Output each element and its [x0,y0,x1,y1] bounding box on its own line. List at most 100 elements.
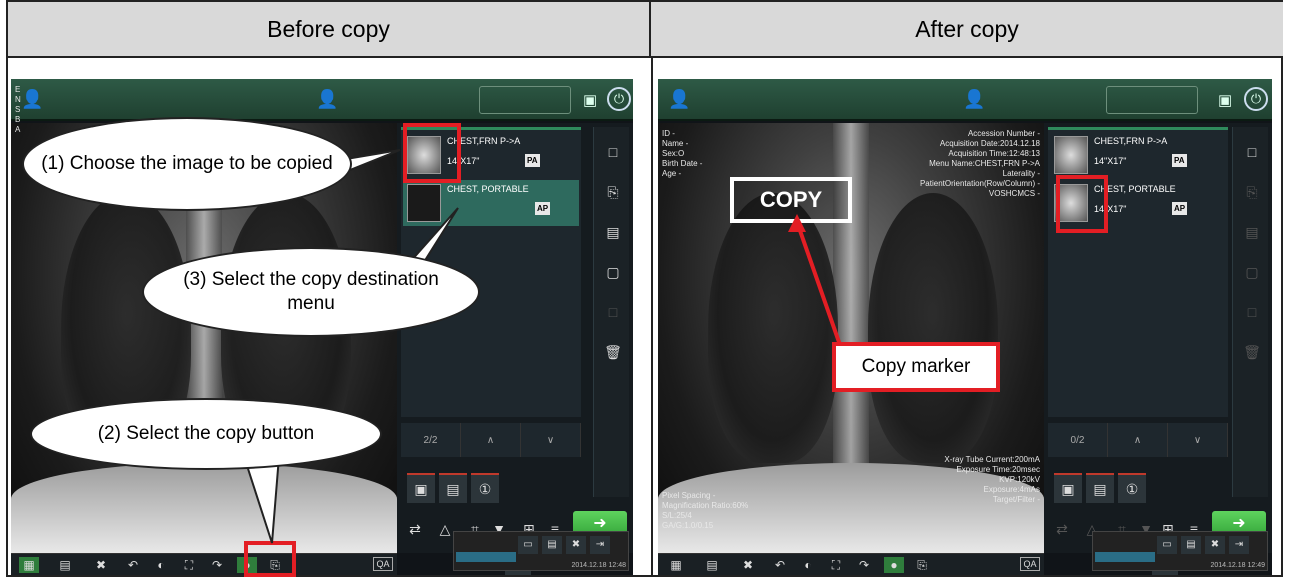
monitor-icon[interactable]: ▭ [518,536,538,554]
console-screen-after: 👤 👤 ▣ ⏻ COPY ID - Name - Sex:O Birth Dat… [658,79,1272,575]
patient-info-box [479,86,571,114]
tool-column: □ ⎘ ▤ ▢ □ 🗑 [1232,127,1268,497]
tab-prev[interactable]: ① [1118,473,1146,503]
page-down-button[interactable]: ∨ [521,423,581,457]
operator-icon[interactable]: 👤 [316,89,338,110]
move-icon[interactable]: ▢ [602,261,624,283]
overlay-patient: E N S B A [15,85,21,134]
patient-edit-icon[interactable]: 👤 [668,89,690,110]
layout-icon[interactable]: ▤ [702,557,722,573]
exam-badge: AP [535,202,551,215]
network-icon[interactable]: ▤ [1181,536,1201,554]
trash-icon[interactable]: 🗑 [602,341,624,363]
fit-icon[interactable]: ⛶ [826,557,846,573]
highlight-source-thumbnail [403,123,461,183]
right-panel: CHEST,FRN P->A 14"X17" PA CHEST, PORTABL… [397,123,633,575]
network-icon[interactable]: ▤ [542,536,562,554]
qa-button[interactable]: QA [1020,557,1040,571]
rotate-left-icon[interactable]: ↶ [123,557,143,573]
tab-prev[interactable]: ① [471,473,499,503]
page-down-button[interactable]: ∨ [1168,423,1228,457]
user-x-icon[interactable]: ✖ [1205,536,1225,554]
image-viewer[interactable]: COPY ID - Name - Sex:O Birth Date - Age … [658,123,1044,553]
status-box: ▭ ▤ ✖ ⇥ 2014.12.18 12:48 [453,531,629,571]
disabled-icon: □ [1247,304,1257,320]
folder-icon[interactable]: ▣ [1218,91,1232,109]
exam-thumbnail[interactable] [1054,136,1088,174]
operator-icon[interactable]: 👤 [963,89,985,110]
butterfly-icon[interactable]: ✖ [91,557,111,573]
image-icon[interactable]: ▦ [666,557,686,573]
flip-icon[interactable]: ⇄ [403,517,427,541]
power-icon[interactable]: ⏻ [607,87,631,111]
butterfly-icon[interactable]: ✖ [738,557,758,573]
copy-icon: ⎘ [1246,184,1258,200]
copy-icon[interactable]: ⎘ [602,181,624,203]
rotate-right-icon[interactable]: ↷ [207,557,227,573]
exam-name: CHEST, PORTABLE [447,184,529,194]
exam-badge: AP [1172,202,1188,215]
exit-icon[interactable]: ⇥ [590,536,610,554]
fpd-indicator [1095,552,1155,562]
patient-edit-icon[interactable]: 👤 [21,89,43,110]
callout-select-copy: (2) Select the copy button [30,398,382,470]
timestamp: 2014.12.18 12:48 [571,562,627,569]
half-icon[interactable]: ◐ [798,557,818,573]
shift-icon: ▤ [1245,224,1259,240]
add-exam-icon[interactable]: □ [1241,141,1263,163]
page-indicator: 2/2 [401,423,461,457]
monitor-icon[interactable]: ▭ [1157,536,1177,554]
callout-select-destination: (3) Select the copy destination menu [142,247,480,337]
copy-button[interactable]: ⎘ [912,557,932,573]
page-up-button[interactable]: ∧ [1108,423,1168,457]
move-icon: ▢ [1245,264,1259,280]
exam-badge: PA [1172,154,1187,167]
trash-icon: 🗑 [1243,344,1261,360]
bottom-toolbar: ▦ ▤ ✖ ↶ ◐ ⛶ ↷ ● ⎘ QA [658,553,1044,575]
toggle-icon[interactable]: ● [884,557,904,573]
xray-diaphragm [11,463,397,553]
half-icon[interactable]: ◐ [151,557,171,573]
exit-icon[interactable]: ⇥ [1229,536,1249,554]
rotate-right-icon[interactable]: ↷ [854,557,874,573]
overlay-patient: ID - Name - Sex:O Birth Date - Age - [662,129,703,178]
page-indicator: 0/2 [1048,423,1108,457]
add-exam-icon[interactable]: □ [602,141,624,163]
top-bar: 👤 👤 ▣ ⏻ [11,79,633,121]
rotate-left-icon[interactable]: ↶ [770,557,790,573]
patient-info-box [1106,86,1198,114]
shift-icon[interactable]: ▤ [602,221,624,243]
exam-thumbnail-empty [407,184,441,222]
user-x-icon[interactable]: ✖ [566,536,586,554]
header-after: After copy [651,2,1283,58]
exam-name: CHEST,FRN P->A [1094,136,1168,146]
exam-item-chest-portable[interactable]: CHEST, PORTABLE AP [403,180,579,226]
copy-marker-label: Copy marker [832,342,1000,392]
copy-marker: COPY [730,177,852,223]
tool-column: □ ⎘ ▤ ▢ □ 🗑 [593,127,629,497]
folder-icon[interactable]: ▣ [583,91,597,109]
highlight-copied-thumbnail [1056,175,1108,233]
exam-item-chest-frn[interactable]: CHEST,FRN P->A 14"X17" PA [1050,132,1226,178]
xray-lung-right [868,193,998,463]
power-icon[interactable]: ⏻ [1244,87,1268,111]
status-box: ▭ ▤ ✖ ⇥ 2014.12.18 12:49 [1092,531,1268,571]
timestamp: 2014.12.18 12:49 [1210,562,1266,569]
mode-tabs: ▣ ▤ ① [407,473,499,503]
exam-list: CHEST,FRN P->A 14"X17" PA CHEST, PORTABL… [1048,127,1228,417]
overlay-exposure: X-ray Tube Current:200mA Exposure Time:2… [944,455,1040,504]
patient-id: E [15,85,21,94]
header-before: Before copy [8,2,651,58]
disabled-icon: □ [608,304,618,320]
layout-icon[interactable]: ▤ [55,557,75,573]
column-divider [651,58,653,577]
top-bar: 👤 👤 ▣ ⏻ [658,79,1272,121]
qa-button[interactable]: QA [373,557,393,571]
fit-icon[interactable]: ⛶ [179,557,199,573]
tab-cr[interactable]: ▤ [439,473,467,503]
tab-fpd[interactable]: ▣ [407,473,435,503]
page-up-button[interactable]: ∧ [461,423,521,457]
tab-fpd[interactable]: ▣ [1054,473,1082,503]
image-icon[interactable]: ▦ [19,557,39,573]
tab-cr[interactable]: ▤ [1086,473,1114,503]
